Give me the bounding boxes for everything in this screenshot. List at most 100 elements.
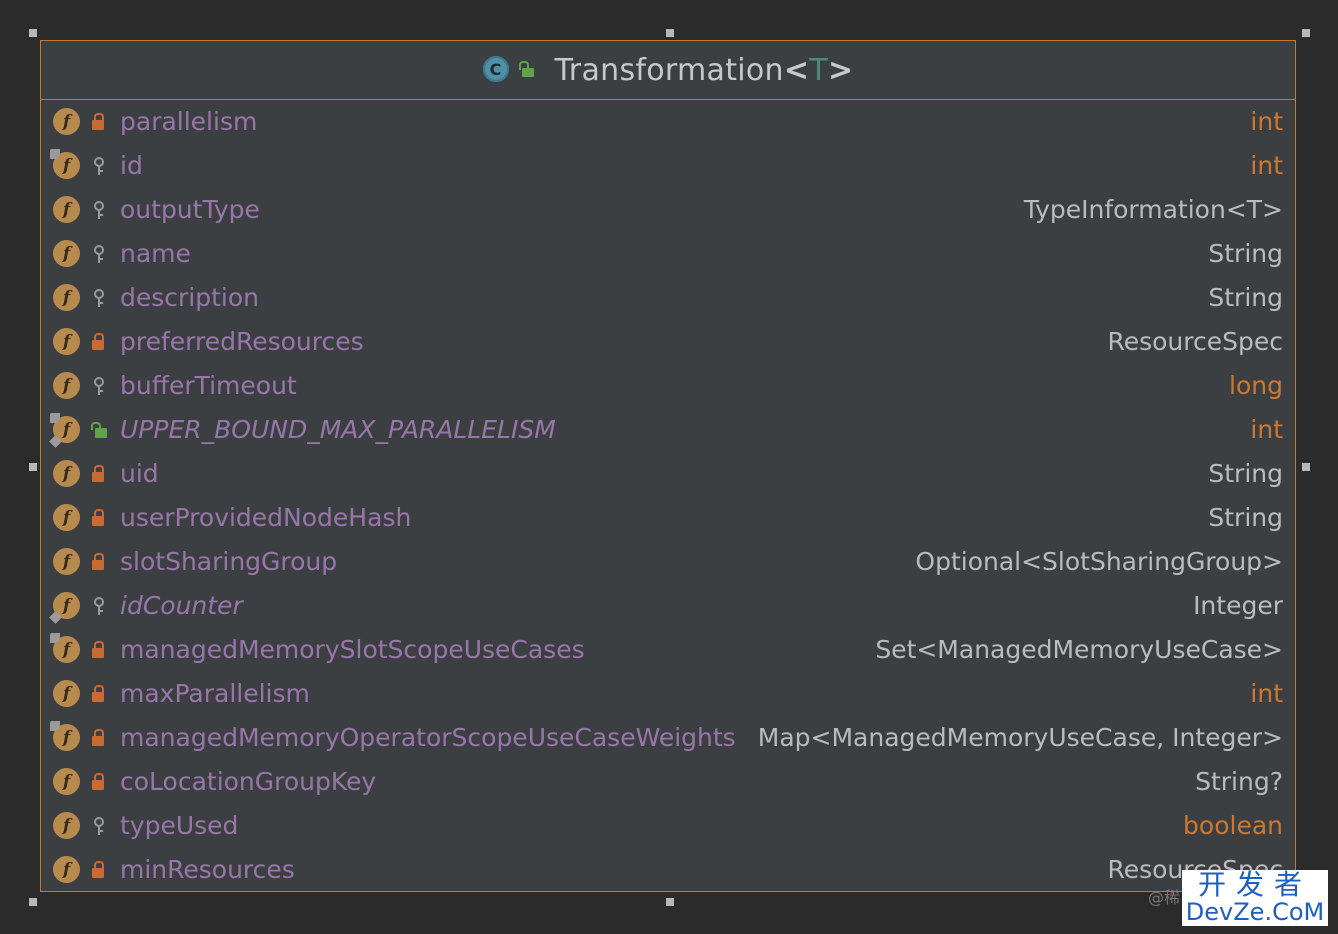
private-lock-icon	[91, 641, 107, 659]
resize-handle-bottom-center[interactable]	[666, 898, 674, 906]
field-row[interactable]: f uid String	[41, 452, 1295, 496]
field-type: int	[1250, 679, 1283, 708]
field-type: String?	[1195, 767, 1283, 796]
package-key-icon	[91, 289, 107, 307]
field-icon: f	[53, 856, 80, 883]
field-row[interactable]: f bufferTimeout long	[41, 364, 1295, 408]
type-param-close: >	[827, 52, 854, 88]
field-type: int	[1250, 151, 1283, 180]
field-name: UPPER_BOUND_MAX_PARALLELISM	[120, 415, 556, 444]
package-key-icon	[91, 817, 107, 835]
private-lock-icon	[91, 553, 107, 571]
field-row[interactable]: f name String	[41, 232, 1295, 276]
field-row[interactable]: f userProvidedNodeHash String	[41, 496, 1295, 540]
field-icon: f	[50, 633, 80, 663]
field-name: preferredResources	[120, 327, 364, 356]
field-type: boolean	[1183, 811, 1283, 840]
field-type: String	[1208, 283, 1283, 312]
private-lock-icon	[91, 333, 107, 351]
field-icon: f	[53, 108, 80, 135]
field-type: ResourceSpec	[1107, 327, 1283, 356]
field-type: Integer	[1193, 591, 1283, 620]
field-row[interactable]: f id int	[41, 144, 1295, 188]
watermark-logo: 开发者 DevZe.CoM	[1182, 870, 1328, 926]
field-icon: f	[53, 196, 80, 223]
field-icon: f	[53, 284, 80, 311]
resize-handle-top-center[interactable]	[666, 29, 674, 37]
resize-handle-top-right[interactable]	[1302, 29, 1310, 37]
field-name: typeUsed	[120, 811, 239, 840]
field-icon: f	[53, 680, 80, 707]
field-row[interactable]: fminResourcesResourceSpec	[41, 848, 1295, 892]
type-param: T	[809, 52, 828, 88]
field-row[interactable]: f slotSharingGroup Optional<SlotSharingGro…	[41, 540, 1295, 584]
field-name: managedMemorySlotScopeUseCases	[120, 635, 585, 664]
field-icon: f	[53, 240, 80, 267]
field-name: bufferTimeout	[120, 371, 297, 400]
field-name: uid	[120, 459, 159, 488]
class-icon: C	[482, 56, 509, 82]
resize-handle-middle-left[interactable]	[29, 463, 37, 471]
field-row[interactable]: f parallelism int	[41, 100, 1295, 144]
field-name: maxParallelism	[120, 679, 310, 708]
class-name: Transformation	[554, 52, 784, 88]
field-type: String	[1208, 459, 1283, 488]
field-type: TypeInformation<T>	[1023, 195, 1283, 224]
private-lock-icon	[91, 861, 107, 879]
field-icon: f	[50, 149, 80, 179]
field-row[interactable]: f idCounter Integer	[41, 584, 1295, 628]
field-icon: f	[53, 768, 80, 795]
field-type: String	[1208, 239, 1283, 268]
field-type: String	[1208, 503, 1283, 532]
field-name: userProvidedNodeHash	[120, 503, 412, 532]
private-lock-icon	[91, 729, 107, 747]
field-list: f parallelism int f id int f outputType TypeInfo…	[41, 100, 1295, 892]
field-row[interactable]: f maxParallelism int	[41, 672, 1295, 716]
private-lock-icon	[91, 113, 107, 131]
field-row[interactable]: f UPPER_BOUND_MAX_PARALLELISM int	[41, 408, 1295, 452]
field-name: managedMemoryOperatorScopeUseCaseWeights	[120, 723, 736, 752]
field-icon: f	[50, 413, 80, 443]
field-name: coLocationGroupKey	[120, 767, 377, 796]
resize-handle-middle-right[interactable]	[1302, 463, 1310, 471]
field-row[interactable]: f preferredResources ResourceSpec	[41, 320, 1295, 364]
private-lock-icon	[91, 509, 107, 527]
field-row[interactable]: f managedMemorySlotScopeUseCases Set<Manag…	[41, 628, 1295, 672]
field-icon: f	[53, 548, 80, 575]
field-type: int	[1250, 415, 1283, 444]
field-name: slotSharingGroup	[120, 547, 338, 576]
field-row[interactable]: f coLocationGroupKey String?	[41, 760, 1295, 804]
resize-handle-top-left[interactable]	[29, 29, 37, 37]
field-name: description	[120, 283, 260, 312]
field-type: long	[1229, 371, 1283, 400]
field-icon: f	[53, 504, 80, 531]
field-name: id	[120, 151, 143, 180]
watermark-top: 开发者	[1197, 868, 1312, 901]
private-lock-icon	[91, 465, 107, 483]
field-name: minResources	[120, 855, 295, 884]
package-key-icon	[91, 157, 107, 175]
class-node-panel[interactable]: C Transformation < T > f parallelism int f id in…	[40, 40, 1296, 892]
field-row[interactable]: f managedMemoryOperatorScopeUseCaseWeight…	[41, 716, 1295, 760]
field-row[interactable]: f typeUsed boolean	[41, 804, 1295, 848]
field-row[interactable]: f outputType TypeInformation<T>	[41, 188, 1295, 232]
field-icon: f	[53, 592, 80, 619]
field-icon: f	[50, 721, 80, 751]
package-key-icon	[91, 597, 107, 615]
package-key-icon	[91, 201, 107, 219]
private-lock-icon	[91, 685, 107, 703]
watermark-side-text: @稀	[1147, 888, 1180, 907]
class-header[interactable]: C Transformation < T >	[41, 41, 1295, 100]
package-key-icon	[91, 377, 107, 395]
field-name: parallelism	[120, 107, 258, 136]
field-name: idCounter	[120, 591, 243, 620]
private-lock-icon	[91, 773, 107, 791]
field-type: Map<ManagedMemoryUseCase, Integer>	[757, 723, 1283, 752]
field-icon: f	[53, 812, 80, 839]
field-icon: f	[53, 328, 80, 355]
field-type: Optional<SlotSharingGroup>	[915, 547, 1283, 576]
field-row[interactable]: f description String	[41, 276, 1295, 320]
resize-handle-bottom-left[interactable]	[29, 898, 37, 906]
field-name: outputType	[120, 195, 260, 224]
public-unlock-icon	[91, 421, 107, 439]
